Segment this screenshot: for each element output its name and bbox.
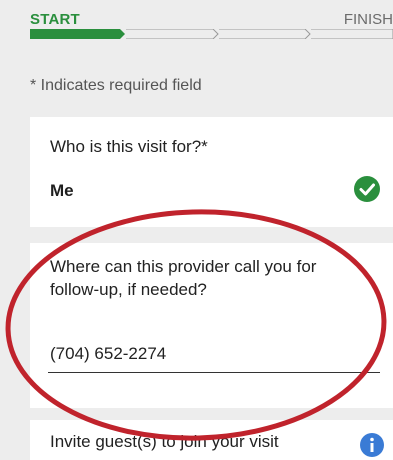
progress-step-4	[311, 29, 393, 39]
phone-input[interactable]	[48, 340, 380, 373]
required-field-note: * Indicates required field	[30, 77, 202, 94]
progress-step-3	[219, 29, 311, 39]
progress-start-label: START	[30, 11, 80, 28]
progress-labels: START FINISH	[0, 0, 393, 30]
visit-for-question: Who is this visit for?*	[50, 137, 208, 156]
visit-for-card[interactable]: Who is this visit for?* Me	[30, 117, 393, 227]
visit-for-answer[interactable]: Me	[50, 181, 74, 201]
guest-question: Invite guest(s) to join your visit	[50, 432, 279, 451]
progress-step-2	[126, 29, 219, 39]
progress-step-1	[30, 29, 125, 39]
check-circle-icon	[354, 176, 380, 202]
phone-card: Where can this provider call you for fol…	[30, 243, 393, 408]
phone-question: Where can this provider call you for fol…	[50, 257, 317, 299]
progress-finish-label: FINISH	[343, 11, 393, 28]
progress-bar	[30, 29, 393, 39]
info-icon[interactable]	[359, 432, 385, 458]
guest-card[interactable]: Invite guest(s) to join your visit	[30, 420, 393, 460]
